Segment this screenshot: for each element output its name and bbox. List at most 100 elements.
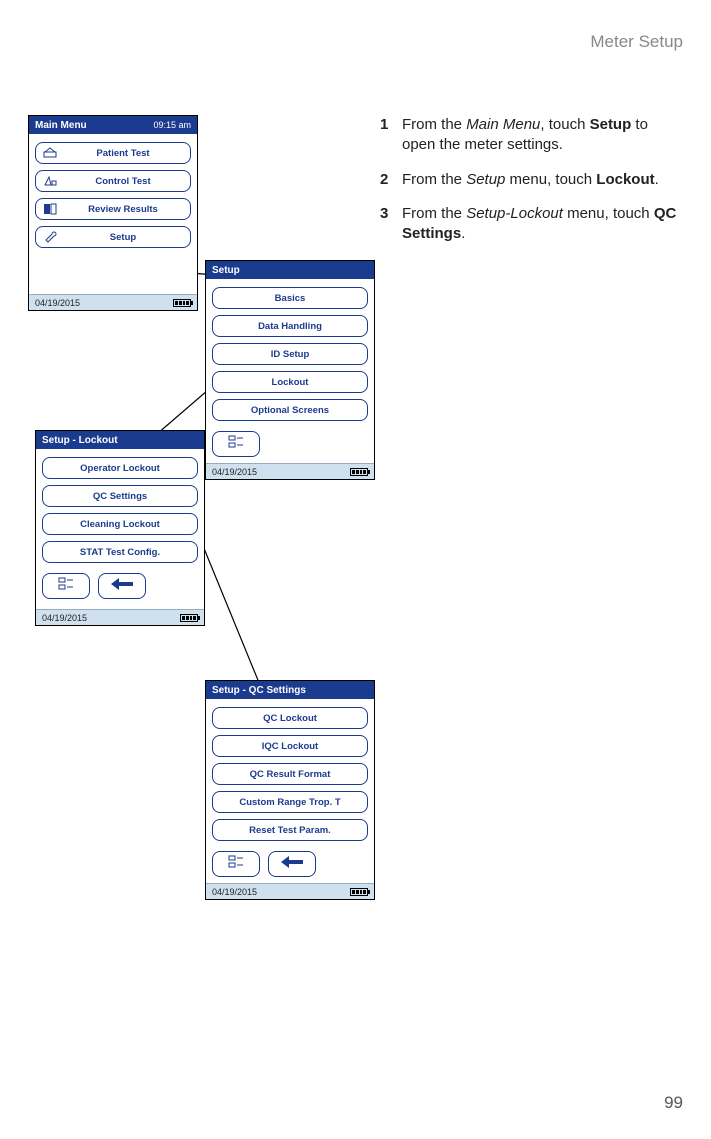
menu-review-results-label: Review Results bbox=[62, 204, 184, 215]
battery-icon bbox=[350, 888, 368, 896]
step-2-em: Setup bbox=[466, 171, 505, 188]
battery-icon bbox=[173, 299, 191, 307]
menu-setup-label: Setup bbox=[62, 232, 184, 243]
menu-control-test[interactable]: Control Test bbox=[35, 170, 191, 192]
menu-patient-test-label: Patient Test bbox=[62, 148, 184, 159]
main-menu-time: 09:15 am bbox=[153, 120, 191, 130]
menu-stat-test-config-label: STAT Test Config. bbox=[49, 547, 191, 558]
menu-qc-lockout[interactable]: QC Lockout bbox=[212, 707, 368, 729]
home-icon bbox=[227, 434, 245, 455]
setup-lockout-statusbar: 04/19/2015 bbox=[36, 609, 204, 625]
step-1: 1 From the Main Menu, touch Setup to ope… bbox=[380, 115, 680, 156]
setup-statusbar: 04/19/2015 bbox=[206, 463, 374, 479]
step-2-mid: menu, touch bbox=[505, 171, 596, 188]
step-1-pre: From the bbox=[402, 116, 466, 133]
menu-reset-test-param[interactable]: Reset Test Param. bbox=[212, 819, 368, 841]
menu-qc-settings[interactable]: QC Settings bbox=[42, 485, 198, 507]
step-1-mid: , touch bbox=[540, 116, 589, 133]
home-icon bbox=[57, 576, 75, 597]
page-number: 99 bbox=[664, 1093, 683, 1113]
setup-lockout-date: 04/19/2015 bbox=[42, 613, 87, 623]
setup-screen: Setup Basics Data Handling ID Setup Lock… bbox=[205, 260, 375, 480]
menu-basics-label: Basics bbox=[219, 293, 361, 304]
menu-qc-result-format-label: QC Result Format bbox=[219, 769, 361, 780]
menu-data-handling[interactable]: Data Handling bbox=[212, 315, 368, 337]
step-3-number: 3 bbox=[380, 204, 402, 245]
setup-lockout-screen: Setup - Lockout Operator Lockout QC Sett… bbox=[35, 430, 205, 626]
step-3: 3 From the Setup-Lockout menu, touch QC … bbox=[380, 204, 680, 245]
menu-patient-test[interactable]: Patient Test bbox=[35, 142, 191, 164]
menu-setup[interactable]: Setup bbox=[35, 226, 191, 248]
battery-icon bbox=[180, 614, 198, 622]
main-menu-titlebar: Main Menu 09:15 am bbox=[29, 116, 197, 134]
step-1-strong: Setup bbox=[590, 116, 632, 133]
main-menu-screen: Main Menu 09:15 am Patient Test Control … bbox=[28, 115, 198, 311]
menu-iqc-lockout[interactable]: IQC Lockout bbox=[212, 735, 368, 757]
home-button[interactable] bbox=[42, 573, 90, 599]
setup-date: 04/19/2015 bbox=[212, 467, 257, 477]
step-2-pre: From the bbox=[402, 171, 466, 188]
step-2-number: 2 bbox=[380, 170, 402, 190]
battery-icon bbox=[350, 468, 368, 476]
control-icon bbox=[42, 174, 58, 188]
page: { "breadcrumb": "Meter Setup", "page_num… bbox=[0, 0, 711, 1139]
review-icon bbox=[42, 202, 58, 216]
setup-title: Setup bbox=[212, 265, 240, 276]
menu-basics[interactable]: Basics bbox=[212, 287, 368, 309]
menu-id-setup-label: ID Setup bbox=[219, 349, 361, 360]
menu-operator-lockout[interactable]: Operator Lockout bbox=[42, 457, 198, 479]
setup-lockout-titlebar: Setup - Lockout bbox=[36, 431, 204, 449]
menu-id-setup[interactable]: ID Setup bbox=[212, 343, 368, 365]
setup-qc-date: 04/19/2015 bbox=[212, 887, 257, 897]
menu-custom-range-trop-t[interactable]: Custom Range Trop. T bbox=[212, 791, 368, 813]
menu-operator-lockout-label: Operator Lockout bbox=[49, 463, 191, 474]
menu-lockout[interactable]: Lockout bbox=[212, 371, 368, 393]
home-button[interactable] bbox=[212, 431, 260, 457]
breadcrumb: Meter Setup bbox=[590, 32, 683, 52]
step-3-em: Setup-Lockout bbox=[466, 205, 563, 222]
arrow-left-icon bbox=[111, 577, 133, 596]
menu-review-results[interactable]: Review Results bbox=[35, 198, 191, 220]
setup-qc-title: Setup - QC Settings bbox=[212, 685, 306, 696]
menu-control-test-label: Control Test bbox=[62, 176, 184, 187]
step-3-post: . bbox=[461, 225, 465, 242]
setup-lockout-title: Setup - Lockout bbox=[42, 435, 118, 446]
step-3-text: From the Setup-Lockout menu, touch QC Se… bbox=[402, 204, 680, 245]
back-button[interactable] bbox=[268, 851, 316, 877]
step-2: 2 From the Setup menu, touch Lockout. bbox=[380, 170, 680, 190]
step-2-strong: Lockout bbox=[596, 171, 654, 188]
step-2-post: . bbox=[655, 171, 659, 188]
setup-qc-titlebar: Setup - QC Settings bbox=[206, 681, 374, 699]
step-1-em: Main Menu bbox=[466, 116, 540, 133]
main-menu-date: 04/19/2015 bbox=[35, 298, 80, 308]
step-2-text: From the Setup menu, touch Lockout. bbox=[402, 170, 680, 190]
menu-reset-test-param-label: Reset Test Param. bbox=[219, 825, 361, 836]
home-button[interactable] bbox=[212, 851, 260, 877]
menu-optional-screens[interactable]: Optional Screens bbox=[212, 399, 368, 421]
arrow-left-icon bbox=[281, 855, 303, 874]
main-menu-statusbar: 04/19/2015 bbox=[29, 294, 197, 310]
home-icon bbox=[227, 854, 245, 875]
main-menu-title: Main Menu bbox=[35, 120, 87, 131]
menu-lockout-label: Lockout bbox=[219, 377, 361, 388]
step-3-pre: From the bbox=[402, 205, 466, 222]
menu-stat-test-config[interactable]: STAT Test Config. bbox=[42, 541, 198, 563]
menu-cleaning-lockout[interactable]: Cleaning Lockout bbox=[42, 513, 198, 535]
setup-titlebar: Setup bbox=[206, 261, 374, 279]
step-1-number: 1 bbox=[380, 115, 402, 156]
setup-qc-settings-screen: Setup - QC Settings QC Lockout IQC Locko… bbox=[205, 680, 375, 900]
setup-qc-statusbar: 04/19/2015 bbox=[206, 883, 374, 899]
step-3-mid: menu, touch bbox=[563, 205, 654, 222]
menu-custom-range-trop-t-label: Custom Range Trop. T bbox=[219, 797, 361, 808]
menu-optional-screens-label: Optional Screens bbox=[219, 405, 361, 416]
menu-qc-lockout-label: QC Lockout bbox=[219, 713, 361, 724]
wrench-icon bbox=[42, 230, 58, 244]
back-button[interactable] bbox=[98, 573, 146, 599]
menu-data-handling-label: Data Handling bbox=[219, 321, 361, 332]
patient-icon bbox=[42, 146, 58, 160]
menu-iqc-lockout-label: IQC Lockout bbox=[219, 741, 361, 752]
menu-qc-result-format[interactable]: QC Result Format bbox=[212, 763, 368, 785]
menu-cleaning-lockout-label: Cleaning Lockout bbox=[49, 519, 191, 530]
instruction-steps: 1 From the Main Menu, touch Setup to ope… bbox=[380, 115, 680, 258]
step-1-text: From the Main Menu, touch Setup to open … bbox=[402, 115, 680, 156]
